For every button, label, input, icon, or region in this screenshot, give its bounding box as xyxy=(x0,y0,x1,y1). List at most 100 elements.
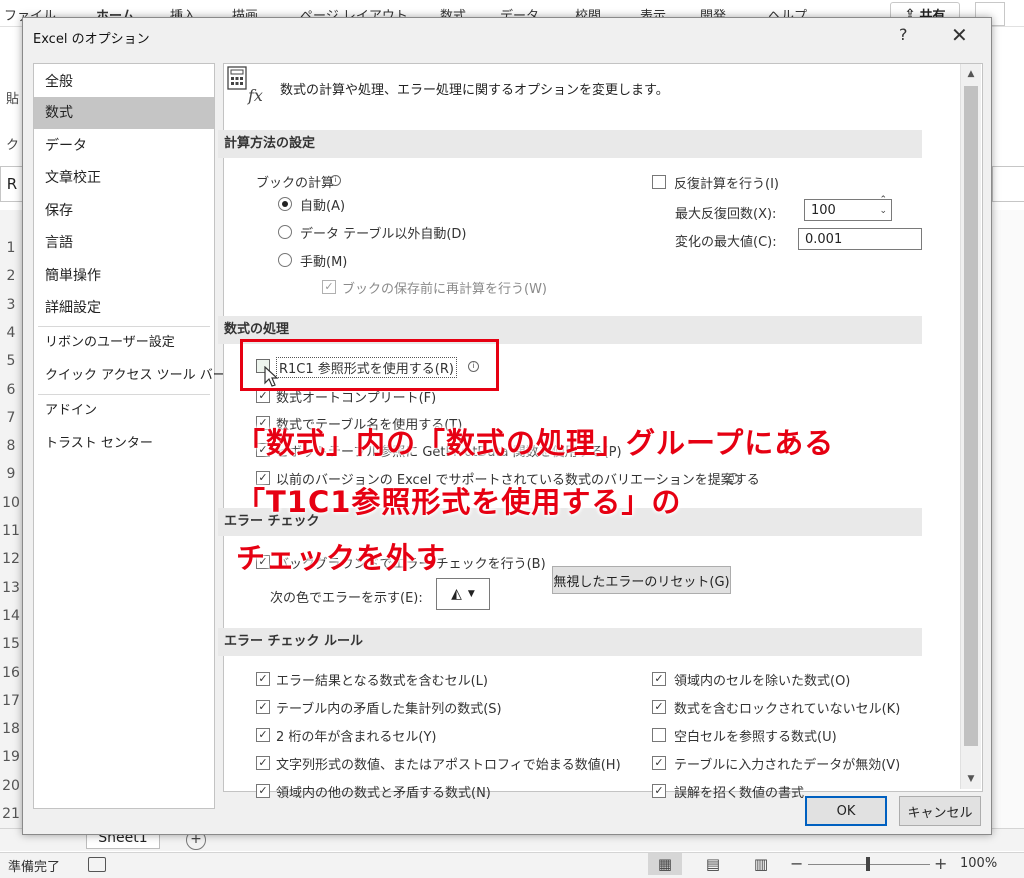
row-number[interactable]: 16 xyxy=(0,665,22,681)
row-number[interactable]: 12 xyxy=(0,551,22,567)
max-iterations-value[interactable]: 100 xyxy=(811,203,836,218)
rule-label[interactable]: エラー結果となる数式を含むセル(L) xyxy=(276,670,488,689)
cancel-button[interactable]: キャンセル xyxy=(899,796,981,826)
info-icon: i xyxy=(728,473,739,484)
rule-label[interactable]: 領域内のセルを除いた数式(O) xyxy=(674,670,850,689)
row-number[interactable]: 7 xyxy=(0,410,22,426)
sheet-right-edge xyxy=(990,210,1024,830)
rule-label[interactable]: テーブルに入力されたデータが無効(V) xyxy=(674,754,900,773)
radio-auto[interactable] xyxy=(278,197,292,211)
recalc-before-save-checkbox: ✓ xyxy=(322,280,336,294)
formula-bar-expand[interactable] xyxy=(992,166,1024,202)
recalc-before-save-label: ブックの保存前に再計算を行う(W) xyxy=(342,282,547,297)
nav-add-ins[interactable]: アドイン xyxy=(34,395,214,427)
rule-checkbox[interactable]: ✓ xyxy=(256,728,270,742)
close-button[interactable]: ✕ xyxy=(951,23,968,47)
zoom-level[interactable]: 100% xyxy=(960,856,997,871)
row-number[interactable]: 19 xyxy=(0,749,22,765)
row-number[interactable]: 10 xyxy=(0,495,22,511)
rule-label[interactable]: テーブル内の矛盾した集計列の数式(S) xyxy=(276,698,502,717)
max-change-input[interactable]: 0.001 xyxy=(798,228,922,250)
radio-manual[interactable] xyxy=(278,253,292,267)
rule-label[interactable]: 2 桁の年が含まれるセル(Y) xyxy=(276,726,437,745)
radio-auto-label[interactable]: 自動(A) xyxy=(300,195,345,214)
nav-accessibility[interactable]: 簡単操作 xyxy=(34,260,214,292)
spinner-arrows-icon[interactable]: ⌃ ⌄ xyxy=(879,195,887,217)
row-number[interactable]: 15 xyxy=(0,636,22,652)
normal-view-button[interactable]: ▦ xyxy=(648,853,682,875)
rule-label[interactable]: 空白セルを参照する数式(U) xyxy=(674,726,837,745)
row-number[interactable]: 3 xyxy=(0,297,22,313)
rule-label[interactable]: 文字列形式の数値、またはアポストロフィで始まる数値(H) xyxy=(276,754,621,773)
nav-data[interactable]: データ xyxy=(34,130,214,162)
row-number[interactable]: 8 xyxy=(0,438,22,454)
rule-label[interactable]: 領域内の他の数式と矛盾する数式(N) xyxy=(276,782,491,801)
nav-language[interactable]: 言語 xyxy=(34,227,214,259)
zoom-out-button[interactable]: − xyxy=(790,854,803,873)
rule-checkbox[interactable] xyxy=(652,728,666,742)
page-layout-view-button[interactable]: ▤ xyxy=(696,853,730,875)
name-box[interactable]: R xyxy=(0,166,24,202)
zoom-in-button[interactable]: + xyxy=(934,854,947,873)
row-number[interactable]: 6 xyxy=(0,382,22,398)
options-nav: 全般 数式 データ 文章校正 保存 言語 簡単操作 詳細設定 リボンのユーザー設… xyxy=(33,63,226,809)
nav-customize-ribbon[interactable]: リボンのユーザー設定 xyxy=(34,327,214,359)
max-iterations-spinner[interactable]: 100 ⌃ ⌄ xyxy=(804,195,892,221)
nav-advanced[interactable]: 詳細設定 xyxy=(34,292,214,324)
row-number[interactable]: 17 xyxy=(0,693,22,709)
autocomplete-checkbox[interactable]: ✓ xyxy=(256,389,270,403)
nav-formulas[interactable]: 数式 xyxy=(34,97,214,129)
scroll-down-arrow-icon[interactable]: ▼ xyxy=(961,769,981,789)
row-number[interactable]: 13 xyxy=(0,580,22,596)
row-number[interactable]: 11 xyxy=(0,523,22,539)
rule-label[interactable]: 誤解を招く数値の書式 xyxy=(674,782,804,801)
row-number[interactable]: 14 xyxy=(0,608,22,624)
ok-button[interactable]: OK xyxy=(805,796,887,826)
grid-icon: ▦ xyxy=(657,855,673,873)
page-break-icon: ▥ xyxy=(753,855,769,873)
row-number[interactable]: 4 xyxy=(0,325,22,341)
rule-checkbox[interactable]: ✓ xyxy=(652,784,666,798)
paste-fragment: 貼 xyxy=(6,92,20,107)
row-number[interactable]: 1 xyxy=(0,240,22,256)
rule-label[interactable]: 数式を含むロックされていないセル(K) xyxy=(674,698,900,717)
iterative-calc-checkbox[interactable] xyxy=(652,175,666,189)
max-change-label: 変化の最大値(C): xyxy=(675,235,777,250)
error-color-picker[interactable]: ◭ ▼ xyxy=(436,578,490,610)
status-bar xyxy=(0,852,1024,878)
rule-checkbox[interactable]: ✓ xyxy=(256,756,270,770)
rule-checkbox[interactable]: ✓ xyxy=(652,672,666,686)
radio-manual-label[interactable]: 手動(M) xyxy=(300,251,347,270)
iterative-calc-label[interactable]: 反復計算を行う(I) xyxy=(674,173,779,192)
zoom-slider-thumb[interactable] xyxy=(866,857,870,871)
macro-record-icon[interactable] xyxy=(88,857,106,872)
clipboard-fragment: ク xyxy=(6,138,20,153)
nav-quick-access-toolbar[interactable]: クイック アクセス ツール バー xyxy=(34,360,226,392)
content-scrollbar[interactable]: ▲ ▼ xyxy=(960,64,981,789)
row-number[interactable]: 5 xyxy=(0,353,22,369)
rule-checkbox[interactable]: ✓ xyxy=(256,700,270,714)
row-number[interactable]: 9 xyxy=(0,466,22,482)
page-icon: ▤ xyxy=(705,855,721,873)
rule-checkbox[interactable]: ✓ xyxy=(652,756,666,770)
page-description: 数式の計算や処理、エラー処理に関するオプションを変更します。 xyxy=(280,83,669,98)
page-break-view-button[interactable]: ▥ xyxy=(744,853,778,875)
row-number[interactable]: 20 xyxy=(0,778,22,794)
nav-proofing[interactable]: 文章校正 xyxy=(34,162,214,194)
rule-checkbox[interactable]: ✓ xyxy=(256,784,270,798)
help-button[interactable]: ? xyxy=(899,25,908,44)
scroll-up-arrow-icon[interactable]: ▲ xyxy=(961,64,981,84)
rule-checkbox[interactable]: ✓ xyxy=(256,672,270,686)
rule-checkbox[interactable]: ✓ xyxy=(652,700,666,714)
radio-auto-except-table-label[interactable]: データ テーブル以外自動(D) xyxy=(300,223,467,242)
nav-trust-center[interactable]: トラスト センター xyxy=(34,428,214,460)
scroll-thumb[interactable] xyxy=(964,86,978,746)
row-number[interactable]: 2 xyxy=(0,268,22,284)
radio-auto-except-table[interactable] xyxy=(278,225,292,239)
row-number[interactable]: 18 xyxy=(0,721,22,737)
nav-save[interactable]: 保存 xyxy=(34,195,214,227)
nav-general[interactable]: 全般 xyxy=(34,66,214,98)
row-number[interactable]: 21 xyxy=(0,806,22,822)
callout-line-2: 「T1C1参照形式を使用する」の xyxy=(236,485,682,519)
reset-ignored-errors-button[interactable]: 無視したエラーのリセット(G) xyxy=(552,566,731,594)
